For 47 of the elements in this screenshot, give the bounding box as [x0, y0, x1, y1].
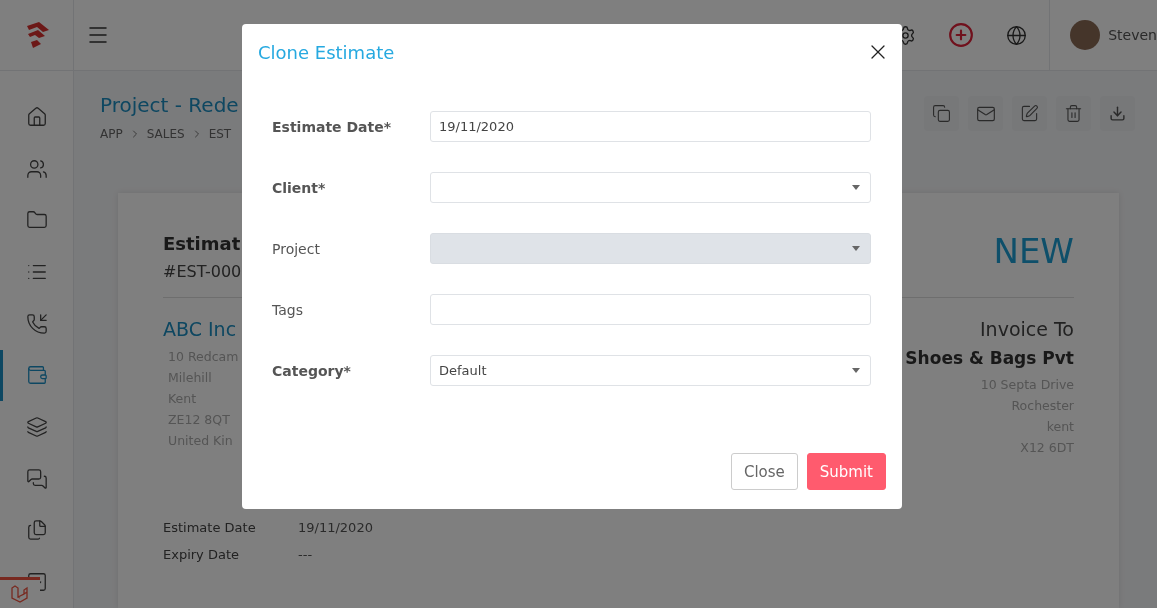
- pencil-icon: [1020, 104, 1039, 123]
- date-value: 19/11/2020: [298, 520, 374, 535]
- date-value: ---: [298, 547, 314, 562]
- breadcrumb-link[interactable]: SALES: [146, 127, 185, 141]
- user-avatar[interactable]: [1070, 20, 1101, 50]
- globe-button[interactable]: [1006, 24, 1028, 46]
- breadcrumb-link[interactable]: APP: [100, 127, 123, 141]
- users-icon: [25, 157, 48, 180]
- field-label: Category*: [272, 362, 352, 379]
- copy-icon: [932, 104, 951, 123]
- estimate-status: NEW: [993, 231, 1074, 273]
- date-label: Expiry Date: [163, 547, 240, 562]
- field-label: Project: [272, 240, 321, 257]
- field-label: Tags: [272, 301, 304, 318]
- select-field[interactable]: Default: [430, 355, 871, 386]
- user-name[interactable]: Steven: [1108, 27, 1157, 43]
- estimate-heading: Estimat: [163, 233, 242, 254]
- submit-button[interactable]: Submit: [806, 453, 886, 490]
- plus-circle-icon: [948, 22, 975, 48]
- field-label: Estimate Date*: [272, 118, 393, 135]
- chat-icon: [25, 467, 48, 490]
- caret-icon: [852, 368, 860, 373]
- layers-icon: [25, 416, 48, 439]
- breadcrumb-link[interactable]: EST: [208, 127, 232, 141]
- page-title: Project - Rede: [100, 93, 239, 117]
- client-name: Shoes & Bags Pvt: [905, 348, 1074, 368]
- invoice-to-heading: Invoice To: [980, 318, 1074, 340]
- input-field[interactable]: [430, 294, 871, 325]
- caret-icon: [852, 185, 860, 190]
- select-field[interactable]: [430, 172, 871, 203]
- download-icon: [1109, 105, 1126, 122]
- trash-icon: [1064, 104, 1083, 123]
- add-circle-button[interactable]: [948, 22, 975, 48]
- files-icon: [25, 519, 48, 542]
- cancel-button[interactable]: Close: [730, 453, 798, 490]
- home-icon: [25, 105, 48, 128]
- date-label: Estimate Date: [163, 520, 257, 535]
- wallet-icon: [25, 364, 48, 387]
- globe-icon: [1006, 24, 1028, 46]
- phone-incoming-icon: [25, 312, 48, 335]
- caret-icon: [852, 246, 860, 251]
- estimate-number: #EST-000: [163, 262, 242, 281]
- modal-title: Clone Estimate: [258, 41, 395, 63]
- field-label: Client*: [272, 179, 327, 196]
- company-name: ABC Inc: [163, 318, 237, 340]
- input-field[interactable]: 19/11/2020: [430, 111, 871, 142]
- cube-logo-icon: [10, 584, 30, 604]
